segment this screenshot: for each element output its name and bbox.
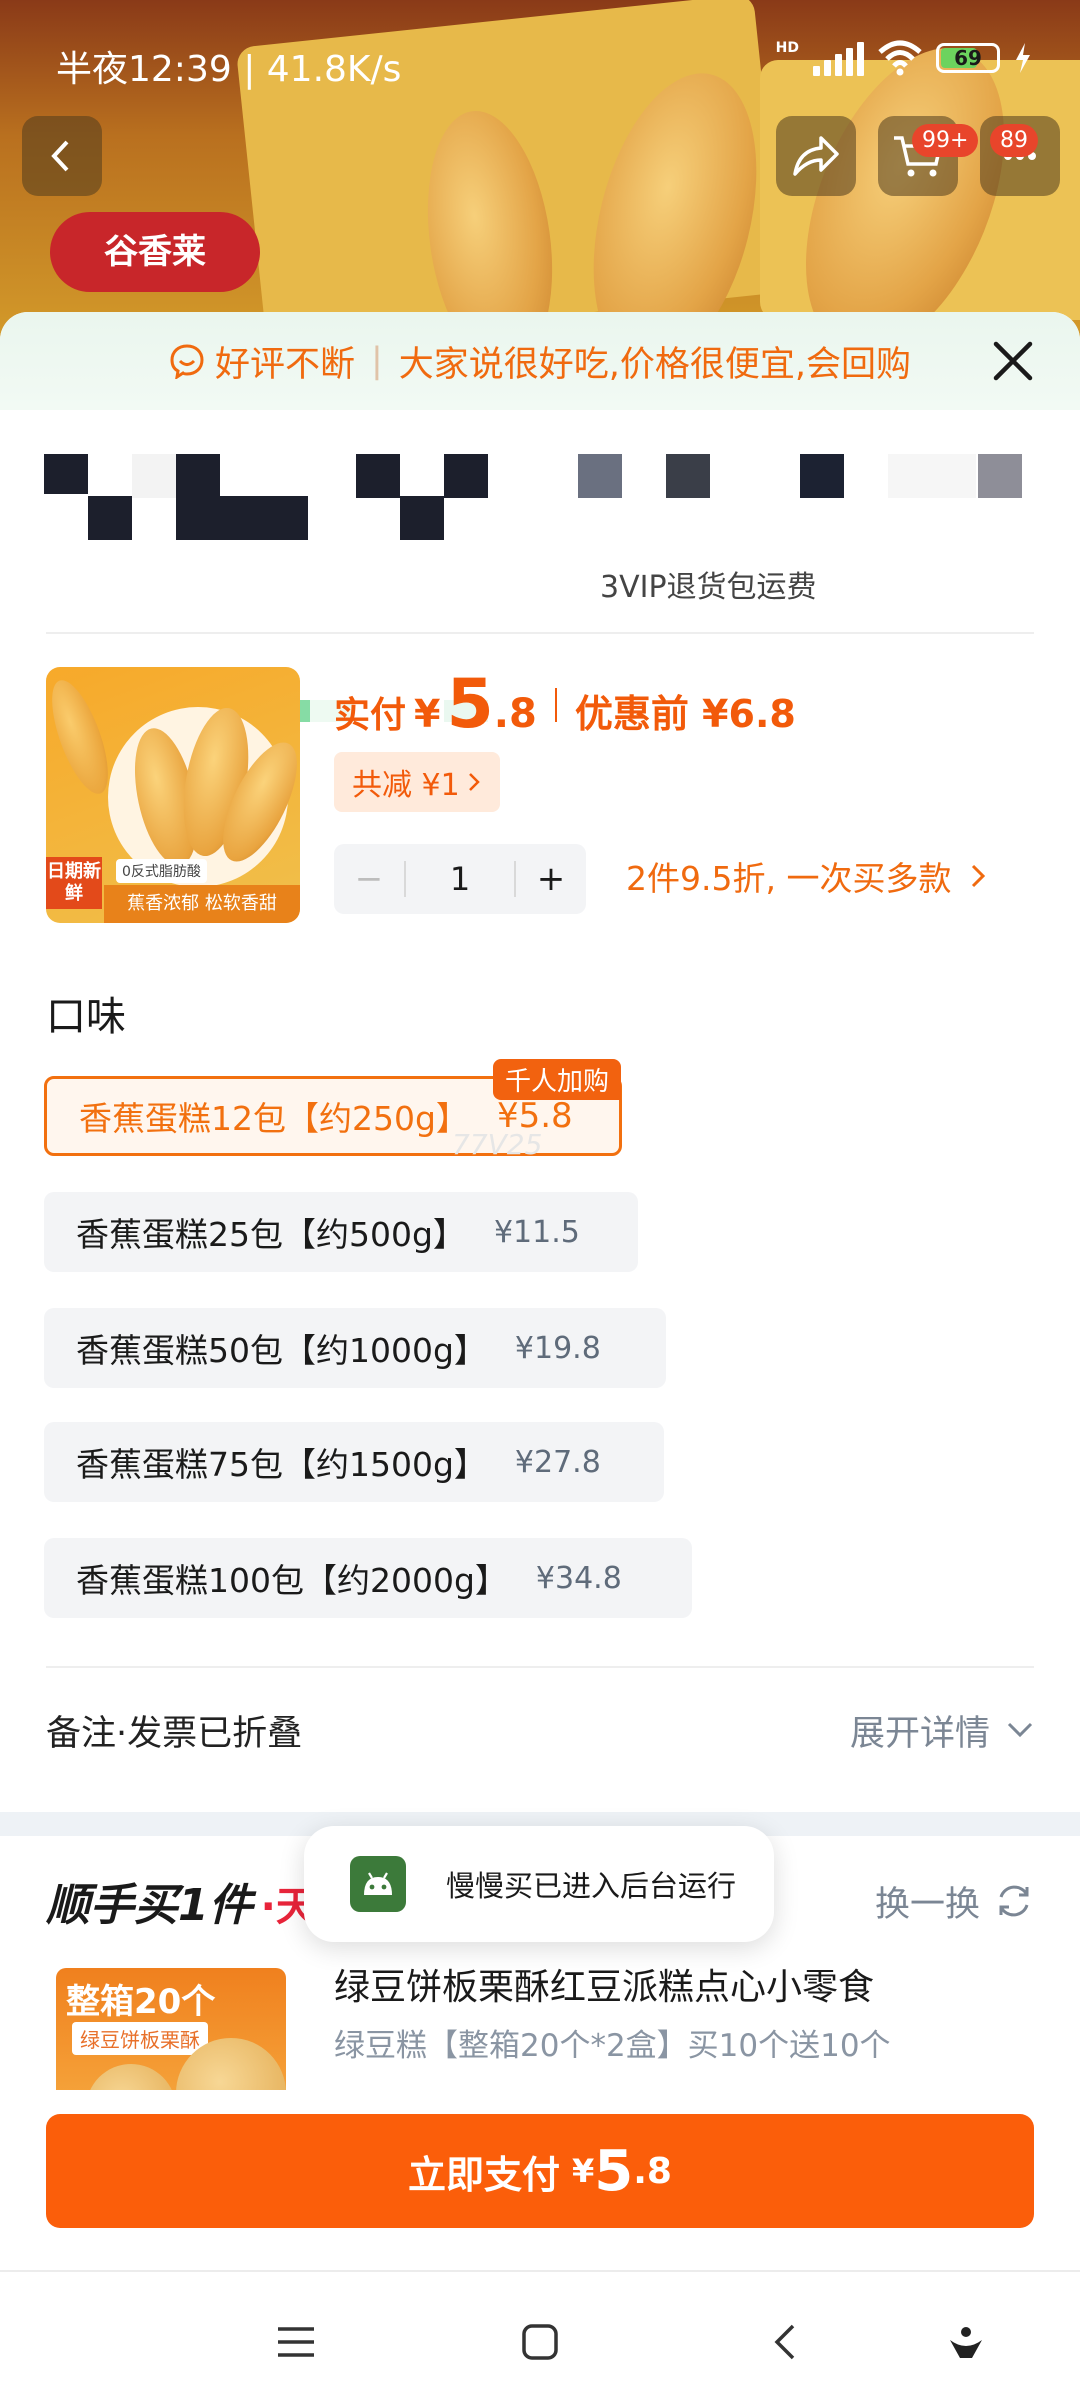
share-icon [793,136,839,176]
thumb-banner: 蕉香浓郁 松软香甜 [104,885,300,923]
back-button[interactable] [22,116,102,196]
home-square-icon [522,2324,558,2360]
flavor-option-label: 香蕉蛋糕25包【约500g】 [76,1215,466,1254]
quantity-decrease-button[interactable]: − [334,859,404,899]
status-icons: HD 69 [776,40,1032,76]
background-toast: 慢慢买已进入后台运行 [304,1826,774,1942]
hot-badge: 千人加购 [492,1059,621,1100]
flavor-option-price: ¥27.8 [514,1444,601,1480]
watermark: 77V25 [452,1128,543,1161]
flavor-option-price: ¥34.8 [535,1560,622,1596]
order-sheet: 好评不断 | 大家说很好吃,价格很便宜,会回购 3VIP退货包运费 0反式脂肪酸… [0,312,1080,2400]
battery-level: 69 [954,46,982,70]
system-nav-bar [0,2270,1080,2400]
flavor-option[interactable]: 香蕉蛋糕75包【约1500g】 ¥27.8 [44,1422,664,1502]
recommend-image-subtitle: 绿豆饼板栗酥 [72,2022,208,2055]
pay-now-price-integer: 5 [594,2138,634,2204]
pay-now-price-decimal: .8 [633,2150,672,2192]
assistant-nav-button[interactable] [936,2312,996,2372]
obscured-address-block [0,434,1080,722]
toast-text: 慢慢买已进入后台运行 [446,1869,737,1903]
recommend-image-title: 整箱20个 [66,1982,216,2022]
share-button[interactable] [776,116,856,196]
flavor-option-price: ¥11.5 [493,1214,580,1250]
chevron-right-icon [972,864,986,888]
thumb-fresh-badge: 日期新鲜 [46,857,102,909]
discount-text: 共减 ¥1 [352,768,460,803]
android-icon [350,1856,406,1912]
promo-highlight: 好评不断 [214,344,355,385]
discount-chip[interactable]: 共减 ¥1 [334,752,500,812]
status-bar: 半夜12:39 | 41.8K/s HD 69 [0,0,1080,120]
review-promo-bar: 好评不断 | 大家说很好吃,价格很便宜,会回购 [0,312,1080,410]
pay-label: 实付 [334,695,407,736]
price-separator [554,687,557,722]
menu-nav-button[interactable] [266,2312,326,2372]
menu-icon [278,2327,314,2357]
chevron-left-icon [51,140,69,172]
hd-indicator: HD [775,40,799,56]
notes-label: 备注·发票已折叠 [46,1713,303,1754]
refresh-icon [999,1885,1029,1917]
swap-button[interactable]: 换一换 [875,1876,1034,1927]
assistant-icon [950,2327,982,2358]
flavor-option-label: 香蕉蛋糕75包【约1500g】 [76,1445,487,1484]
pay-now-currency: ¥ [572,2152,595,2190]
pay-now-label: 立即支付 [408,2152,561,2197]
flavor-option[interactable]: 香蕉蛋糕25包【约500g】 ¥11.5 [44,1192,638,1272]
flavor-option-price: ¥19.8 [514,1330,601,1366]
recommend-product-spec: 绿豆糕【整箱20个*2盒】买10个送10个 [334,2028,891,2064]
pay-now-button[interactable]: 立即支付 ¥ 5 .8 [46,2114,1034,2228]
notes-invoice-row[interactable]: 备注·发票已折叠 展开详情 [46,1700,1034,1760]
recommend-product-name[interactable]: 绿豆饼板栗酥红豆派糕点心小零食 [334,1958,874,2010]
price-decimal: .8 [493,691,537,737]
back-nav-button[interactable] [754,2312,814,2372]
flavor-option-label: 香蕉蛋糕100包【约2000g】 [76,1561,508,1600]
back-triangle-icon [774,2324,795,2360]
brand-logo: 谷香莱 [50,212,260,292]
flavor-option[interactable]: 香蕉蛋糕100包【约2000g】 ¥34.8 [44,1538,692,1618]
quantity-value[interactable]: 1 [406,860,514,898]
home-nav-button[interactable] [510,2312,570,2372]
flavor-option[interactable]: 香蕉蛋糕50包【约1000g】 ¥19.8 [44,1308,666,1388]
chevron-down-icon [1007,1722,1033,1738]
promo-text: 大家说很好吃,价格很便宜,会回购 [398,344,912,385]
price-before-discount: 优惠前 ¥6.8 [574,692,796,736]
thumb-tag: 0反式脂肪酸 [116,859,207,883]
divider [46,632,1034,634]
flavor-section-title: 口味 [46,994,126,1040]
close-icon[interactable] [988,336,1038,386]
swap-label: 换一换 [874,1884,980,1925]
recommend-product-image[interactable]: 整箱20个 绿豆饼板栗酥 [56,1968,286,2098]
chevron-right-icon [468,773,480,791]
obscured-service-line: 3VIP退货包运费 [600,570,817,605]
recommend-brand-title: 顺手买1件 [46,1880,253,1931]
product-thumbnail[interactable]: 0反式脂肪酸 日期新鲜 蕉香浓郁 松软香甜 [46,667,300,923]
status-time: 半夜12:39 | 41.8K/s [56,49,402,90]
message-badge: 89 [990,124,1038,157]
flavor-option-label: 香蕉蛋糕50包【约1000g】 [76,1331,487,1370]
flavor-option-label: 香蕉蛋糕12包【约250g】 [79,1099,469,1138]
wifi-icon [878,40,922,76]
price-integer: 5 [446,665,494,744]
battery-icon: 69 [936,43,1000,73]
recommend-brand: 顺手买1件 ·天 [46,1869,316,1933]
bulk-offer-link[interactable]: 2件9.5折, 一次买多款 [626,852,987,900]
divider [46,1666,1034,1668]
chat-smile-icon [170,344,204,379]
signal-icon [813,40,864,76]
expand-details-button[interactable]: 展开详情 [850,1705,1034,1756]
charging-icon [1016,43,1030,73]
currency-symbol: ¥ [414,692,441,736]
promo-separator: | [370,341,383,381]
cart-badge: 99+ [912,124,979,157]
quantity-stepper: − 1 + [334,844,586,914]
expand-label: 展开详情 [849,1713,990,1754]
pay-bar: 立即支付 ¥ 5 .8 [0,2090,1080,2270]
bulk-offer-text: 2件9.5折, 一次买多款 [626,859,952,898]
actual-price: 实付 ¥ 5 .8 优惠前 ¥6.8 [334,665,796,744]
quantity-increase-button[interactable]: + [516,859,586,899]
